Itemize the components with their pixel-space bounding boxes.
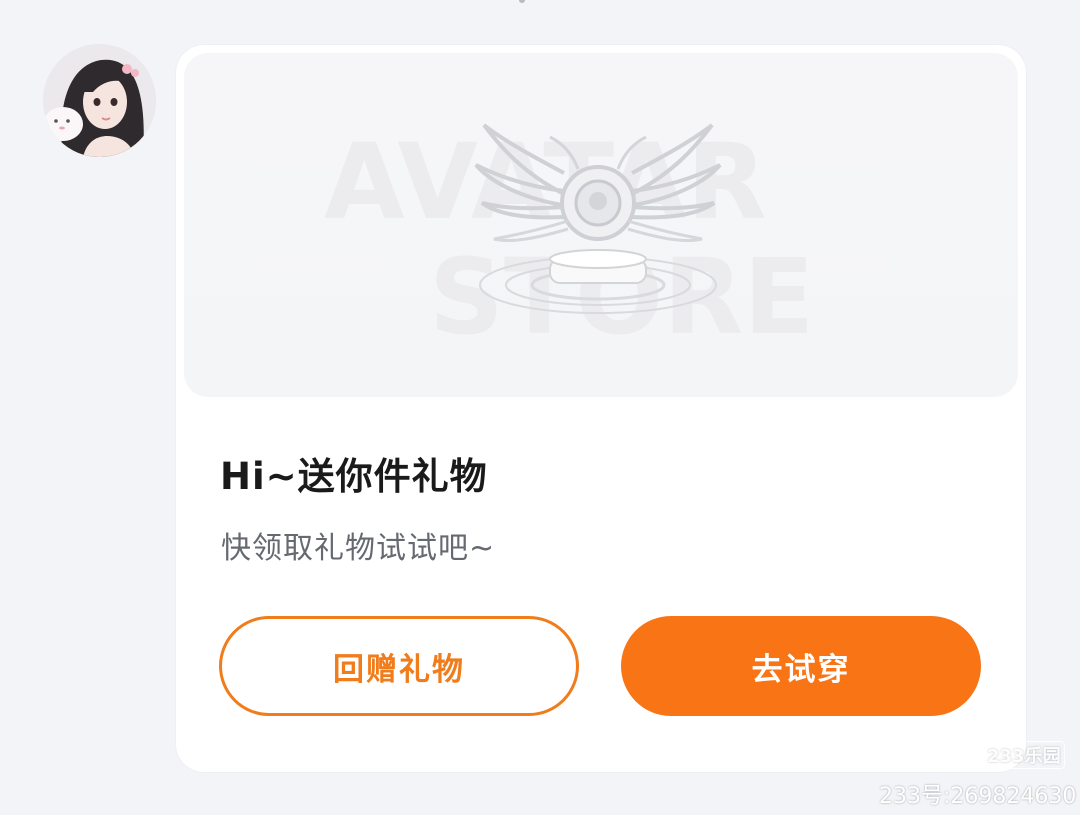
return-gift-button[interactable]: 回赠礼物: [219, 616, 579, 716]
top-indicator-dot: [519, 0, 525, 3]
gift-message-card: AVATAR STORE Hi~送你件礼物 快领取礼物试试吧~ 回赠礼物 去试穿: [176, 45, 1026, 772]
image-watermark: 233号:269824630: [879, 784, 1077, 809]
gift-banner: AVATAR STORE: [184, 53, 1018, 397]
try-on-button[interactable]: 去试穿: [621, 616, 981, 716]
avatar-store-graphic: AVATAR STORE: [324, 121, 814, 358]
gift-title: Hi~送你件礼物: [220, 455, 488, 498]
gift-subtitle: 快领取礼物试试吧~: [221, 531, 496, 566]
sender-avatar[interactable]: [43, 44, 156, 157]
platform-logo: 233乐园: [983, 741, 1065, 769]
avatar-image: [43, 44, 156, 157]
